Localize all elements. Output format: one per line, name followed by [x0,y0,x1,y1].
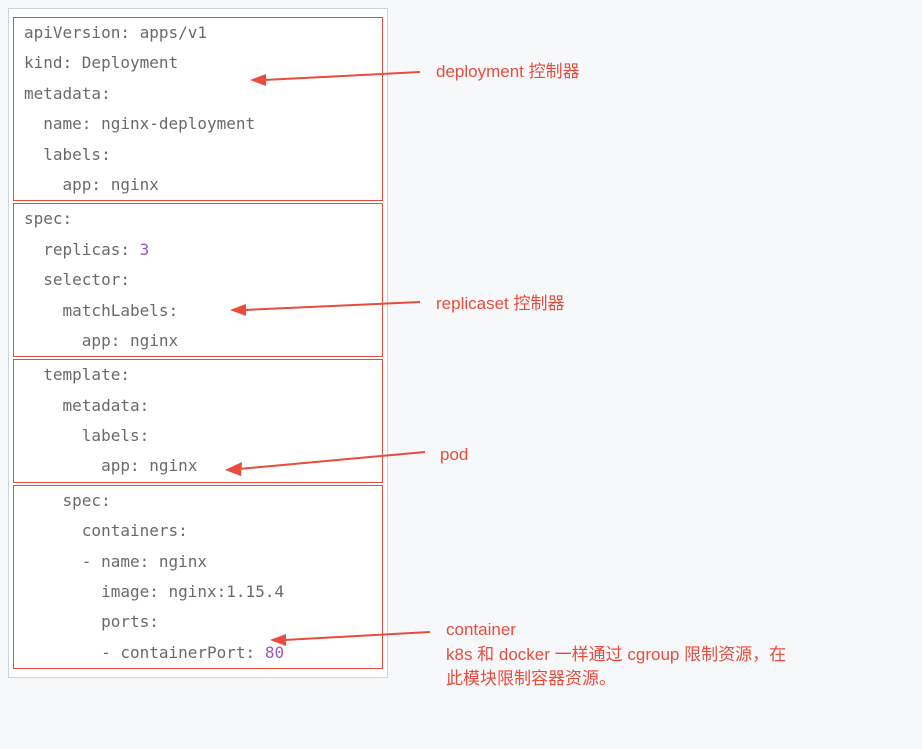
yaml-line: ports: [14,607,382,637]
yaml-line: kind: Deployment [14,48,382,78]
yaml-line: replicas: 3 [14,235,382,265]
annotation-pod: pod [440,443,468,468]
yaml-line: app: nginx [14,170,382,200]
yaml-text: labels: [24,426,149,445]
yaml-line: labels: [14,140,382,170]
yaml-text: - containerPort: [24,643,265,662]
yaml-text: kind: Deployment [24,53,178,72]
yaml-line: template: [14,360,382,390]
yaml-line: spec: [14,204,382,234]
yaml-number: 80 [265,643,284,662]
yaml-text: image: nginx:1.15.4 [24,582,284,601]
yaml-number: 3 [140,240,150,259]
yaml-line: app: nginx [14,451,382,481]
yaml-text: template: [24,365,130,384]
pod-section-box: template: metadata: labels: app: nginx [13,359,383,483]
replicaset-section-box: spec: replicas: 3 selector: matchLabels:… [13,203,383,357]
yaml-line: image: nginx:1.15.4 [14,577,382,607]
yaml-text: metadata: [24,396,149,415]
yaml-text: labels: [24,145,111,164]
yaml-text: replicas: [24,240,140,259]
yaml-code-block: apiVersion: apps/v1 kind: Deployment met… [8,8,388,678]
yaml-text: - name: nginx [24,552,207,571]
yaml-text: selector: [24,270,130,289]
annotation-text: replicaset 控制器 [436,294,564,313]
yaml-line: metadata: [14,391,382,421]
deployment-section-box: apiVersion: apps/v1 kind: Deployment met… [13,17,383,201]
yaml-text: name: nginx-deployment [24,114,255,133]
yaml-text: spec: [24,209,72,228]
yaml-line: app: nginx [14,326,382,356]
yaml-text: spec: [24,491,111,510]
yaml-text: app: nginx [24,175,159,194]
yaml-line: selector: [14,265,382,295]
container-section-box: spec: containers: - name: nginx image: n… [13,485,383,669]
yaml-line: spec: [14,486,382,516]
annotation-text: deployment 控制器 [436,62,580,81]
yaml-text: matchLabels: [24,301,178,320]
yaml-line: labels: [14,421,382,451]
yaml-line: matchLabels: [14,296,382,326]
yaml-line: apiVersion: apps/v1 [14,18,382,48]
yaml-line: - containerPort: 80 [14,638,382,668]
annotation-replicaset: replicaset 控制器 [436,292,564,317]
yaml-text: apiVersion: apps/v1 [24,23,207,42]
annotation-deployment: deployment 控制器 [436,60,580,85]
yaml-line: containers: [14,516,382,546]
yaml-line: - name: nginx [14,547,382,577]
annotation-text: 此模块限制容器资源。 [446,667,886,692]
yaml-line: metadata: [14,79,382,109]
yaml-text: metadata: [24,84,111,103]
annotation-text: pod [440,445,468,464]
annotation-text: container [446,618,886,643]
annotation-container: container k8s 和 docker 一样通过 cgroup 限制资源，… [446,618,886,692]
annotation-text: k8s 和 docker 一样通过 cgroup 限制资源，在 [446,643,886,668]
yaml-line: name: nginx-deployment [14,109,382,139]
yaml-text: ports: [24,612,159,631]
yaml-text: containers: [24,521,188,540]
yaml-text: app: nginx [24,331,178,350]
yaml-text: app: nginx [24,456,197,475]
